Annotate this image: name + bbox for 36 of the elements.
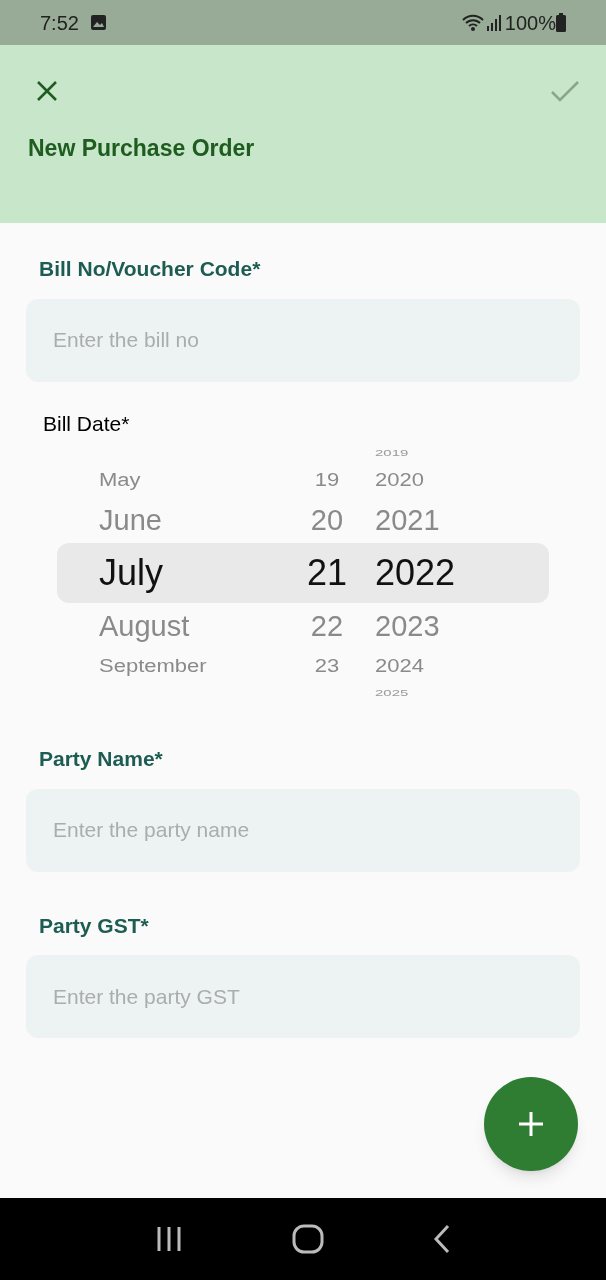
close-icon[interactable] <box>36 80 58 102</box>
home-icon[interactable] <box>292 1224 324 1254</box>
battery-icon <box>556 13 566 32</box>
picker-item[interactable]: 2024 <box>375 652 424 680</box>
picker-item[interactable]: August <box>99 603 190 649</box>
signal-icon <box>486 13 501 32</box>
battery-percent: 100% <box>504 10 556 36</box>
field-label: Party Name* <box>39 746 164 772</box>
date-label: Bill Date* <box>43 410 131 437</box>
checkmark-icon[interactable] <box>550 79 580 103</box>
picker-item[interactable]: 2020 <box>375 466 424 494</box>
picker-item[interactable]: 2025 <box>375 687 409 699</box>
input-field[interactable]: Enter the bill no <box>26 298 580 382</box>
picker-item[interactable]: 2023 <box>375 603 440 649</box>
input-field[interactable]: Enter the party GST <box>26 955 580 1038</box>
picker-item[interactable]: 22 <box>310 603 344 649</box>
picker-item[interactable]: 2021 <box>375 497 440 543</box>
picker-item[interactable]: June <box>99 497 162 543</box>
field-label: Party GST* <box>39 912 150 939</box>
input-field[interactable]: Enter the party name <box>26 788 580 872</box>
image-icon <box>90 15 106 30</box>
picker-item[interactable]: 2022 <box>375 543 456 603</box>
plus-icon <box>518 1111 544 1137</box>
picker-item[interactable]: 23 <box>314 652 340 680</box>
picker-item[interactable]: September <box>99 652 207 680</box>
page-title: New Purchase Order <box>28 134 256 163</box>
picker-item[interactable]: 21 <box>306 543 347 603</box>
field-label: Bill No/Voucher Code* <box>39 256 262 282</box>
picker-item[interactable]: 19 <box>314 466 340 494</box>
wifi-icon <box>460 13 485 32</box>
status-time: 7:52 <box>40 10 79 36</box>
back-icon[interactable] <box>432 1224 452 1254</box>
picker-item[interactable]: May <box>99 466 141 494</box>
picker-item[interactable]: July <box>99 543 164 603</box>
picker-item[interactable]: 20 <box>310 497 344 543</box>
picker-item[interactable]: 2019 <box>375 447 409 459</box>
